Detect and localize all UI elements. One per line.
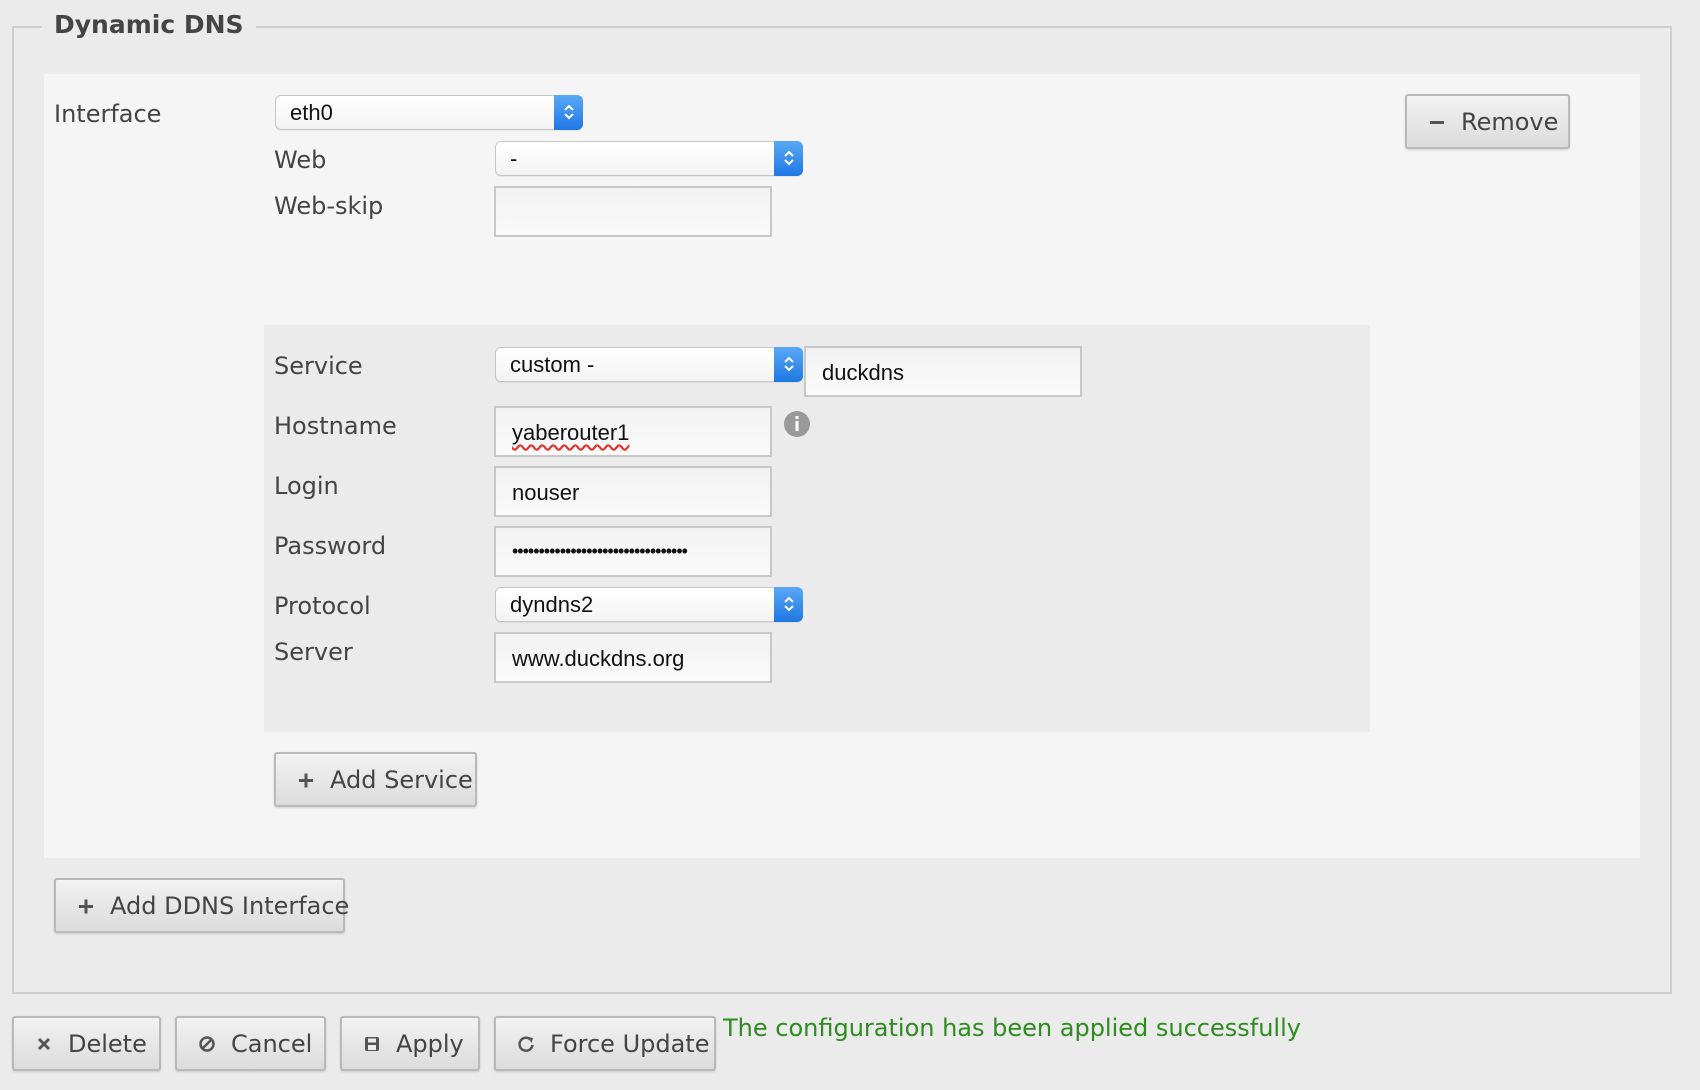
login-label: Login — [274, 472, 339, 500]
interface-label: Interface — [54, 100, 162, 128]
add-service-label: Add Service — [330, 765, 473, 794]
hostname-input[interactable]: yaberouter1 — [494, 406, 772, 457]
service-select[interactable]: custom - — [495, 347, 803, 382]
apply-button[interactable]: Apply — [340, 1016, 480, 1071]
hostname-label: Hostname — [274, 412, 397, 440]
hostname-value: yaberouter1 — [512, 420, 630, 445]
login-input[interactable]: nouser — [494, 466, 772, 517]
password-input[interactable]: ••••••••••••••••••••••••••••••••• — [494, 526, 772, 577]
force-update-button[interactable]: Force Update — [494, 1016, 716, 1071]
custom-service-name-input[interactable]: duckdns — [804, 346, 1082, 397]
plus-icon — [76, 896, 96, 916]
protocol-label: Protocol — [274, 592, 371, 620]
add-service-button[interactable]: Add Service — [274, 752, 477, 807]
web-skip-label: Web-skip — [274, 192, 384, 220]
interface-select-value: eth0 — [290, 100, 333, 125]
add-ddns-interface-label: Add DDNS Interface — [110, 891, 350, 920]
web-select[interactable]: - — [495, 141, 803, 176]
force-update-label: Force Update — [550, 1029, 710, 1058]
service-label: Service — [274, 352, 363, 380]
select-arrow-icon — [554, 95, 583, 130]
server-label: Server — [274, 638, 353, 666]
interface-select[interactable]: eth0 — [275, 95, 583, 130]
close-icon — [34, 1034, 54, 1054]
section-title: Dynamic DNS — [42, 10, 256, 39]
protocol-select[interactable]: dyndns2 — [495, 587, 803, 622]
apply-label: Apply — [396, 1029, 464, 1058]
add-ddns-interface-button[interactable]: Add DDNS Interface — [54, 878, 349, 933]
cancel-button[interactable]: Cancel — [175, 1016, 326, 1071]
minus-icon — [1427, 112, 1447, 132]
select-arrow-icon — [774, 347, 803, 382]
cancel-label: Cancel — [231, 1029, 313, 1058]
web-skip-input[interactable] — [494, 186, 772, 237]
delete-label: Delete — [68, 1029, 147, 1058]
select-arrow-icon — [774, 141, 803, 176]
refresh-icon — [516, 1034, 536, 1054]
remove-label: Remove — [1461, 107, 1559, 136]
service-select-value: custom - — [510, 352, 595, 377]
select-arrow-icon — [774, 587, 803, 622]
info-icon[interactable] — [784, 411, 810, 437]
server-input[interactable]: www.duckdns.org — [494, 632, 772, 683]
remove-interface-button[interactable]: Remove — [1405, 94, 1570, 149]
success-message: The configuration has been applied succe… — [723, 1014, 1301, 1042]
web-select-value: - — [510, 146, 518, 171]
ban-icon — [197, 1034, 217, 1054]
delete-button[interactable]: Delete — [12, 1016, 161, 1071]
plus-icon — [296, 770, 316, 790]
web-label: Web — [274, 146, 327, 174]
password-label: Password — [274, 532, 387, 560]
save-icon — [362, 1034, 382, 1054]
protocol-select-value: dyndns2 — [510, 592, 594, 617]
